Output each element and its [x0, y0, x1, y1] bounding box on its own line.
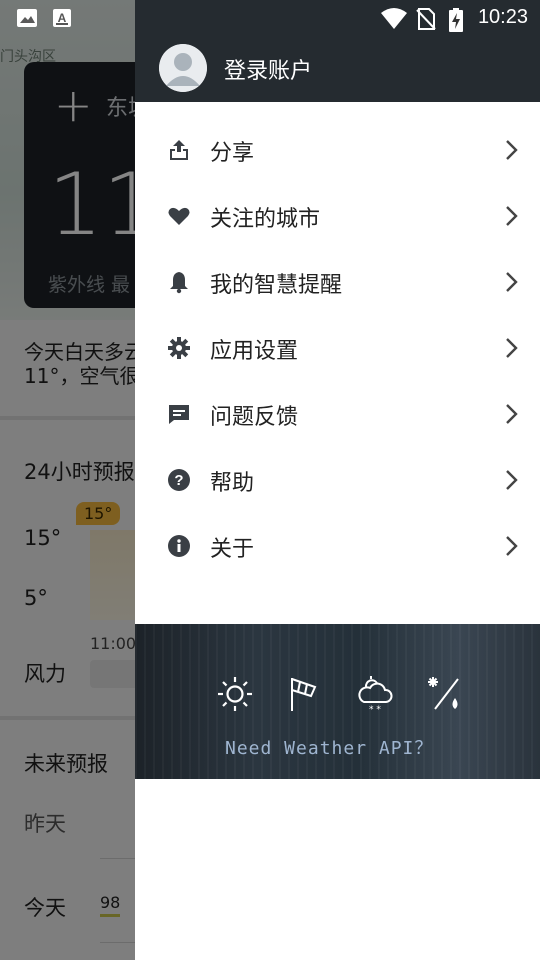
battery-charging-icon — [449, 8, 463, 32]
chevron-right-icon — [506, 470, 518, 490]
share-icon — [170, 140, 188, 160]
a-text-icon: A — [53, 9, 71, 27]
svg-text:* *: * * — [369, 705, 381, 714]
menu-item-label: 关注的城市 — [210, 207, 321, 232]
banner-icons: * * — [215, 674, 465, 714]
chevron-right-icon — [506, 140, 518, 160]
menu-item-share[interactable]: 分享 — [135, 117, 540, 183]
menu-item-label: 分享 — [210, 141, 255, 166]
cloud-snow-icon: * * — [358, 676, 393, 714]
windsock-icon — [291, 678, 317, 711]
menu-item-label: 帮助 — [210, 471, 255, 496]
help-icon: ? — [168, 469, 190, 491]
drawer-menu: 分享 关注的城市 我的智慧提醒 应用设置 问题反馈 ? 帮助 关于 — [135, 117, 540, 579]
menu-item-label: 我的智慧提醒 — [210, 273, 343, 298]
menu-item-smart-reminders[interactable]: 我的智慧提醒 — [135, 249, 540, 315]
navigation-drawer: 登录账户 分享 关注的城市 我的智慧提醒 应用设置 问题反馈 ? 帮助 关于 *… — [135, 0, 540, 960]
feedback-icon — [169, 405, 189, 424]
svg-text:?: ? — [174, 472, 183, 489]
info-icon — [168, 535, 190, 557]
menu-item-help[interactable]: ? 帮助 — [135, 447, 540, 513]
bell-icon — [170, 272, 188, 294]
avatar[interactable] — [159, 44, 207, 92]
menu-item-followed-cities[interactable]: 关注的城市 — [135, 183, 540, 249]
chevron-right-icon — [506, 272, 518, 292]
chevron-right-icon — [506, 338, 518, 358]
menu-item-label: 问题反馈 — [210, 405, 299, 430]
no-sim-icon — [416, 8, 436, 30]
weather-api-link[interactable]: Need Weather API？ — [225, 734, 433, 760]
menu-item-feedback[interactable]: 问题反馈 — [135, 381, 540, 447]
gear-icon — [168, 337, 190, 359]
snow-rain-icon — [428, 677, 459, 710]
status-bar: A 10:23 — [0, 0, 540, 36]
login-account-label[interactable]: 登录账户 — [224, 53, 312, 85]
weather-api-banner[interactable]: * * Need Weather API？ — [135, 624, 540, 779]
chevron-right-icon — [506, 404, 518, 424]
wifi-icon — [381, 8, 407, 29]
image-icon — [17, 9, 37, 27]
menu-item-app-settings[interactable]: 应用设置 — [135, 315, 540, 381]
svg-text:A: A — [58, 11, 67, 25]
status-time: 10:23 — [477, 6, 528, 28]
user-icon — [159, 44, 207, 92]
chevron-right-icon — [506, 206, 518, 226]
heart-icon — [168, 207, 190, 225]
menu-item-label: 关于 — [210, 537, 255, 562]
menu-item-label: 应用设置 — [210, 339, 299, 364]
chevron-right-icon — [506, 536, 518, 556]
sun-icon — [218, 677, 252, 711]
menu-item-about[interactable]: 关于 — [135, 513, 540, 579]
